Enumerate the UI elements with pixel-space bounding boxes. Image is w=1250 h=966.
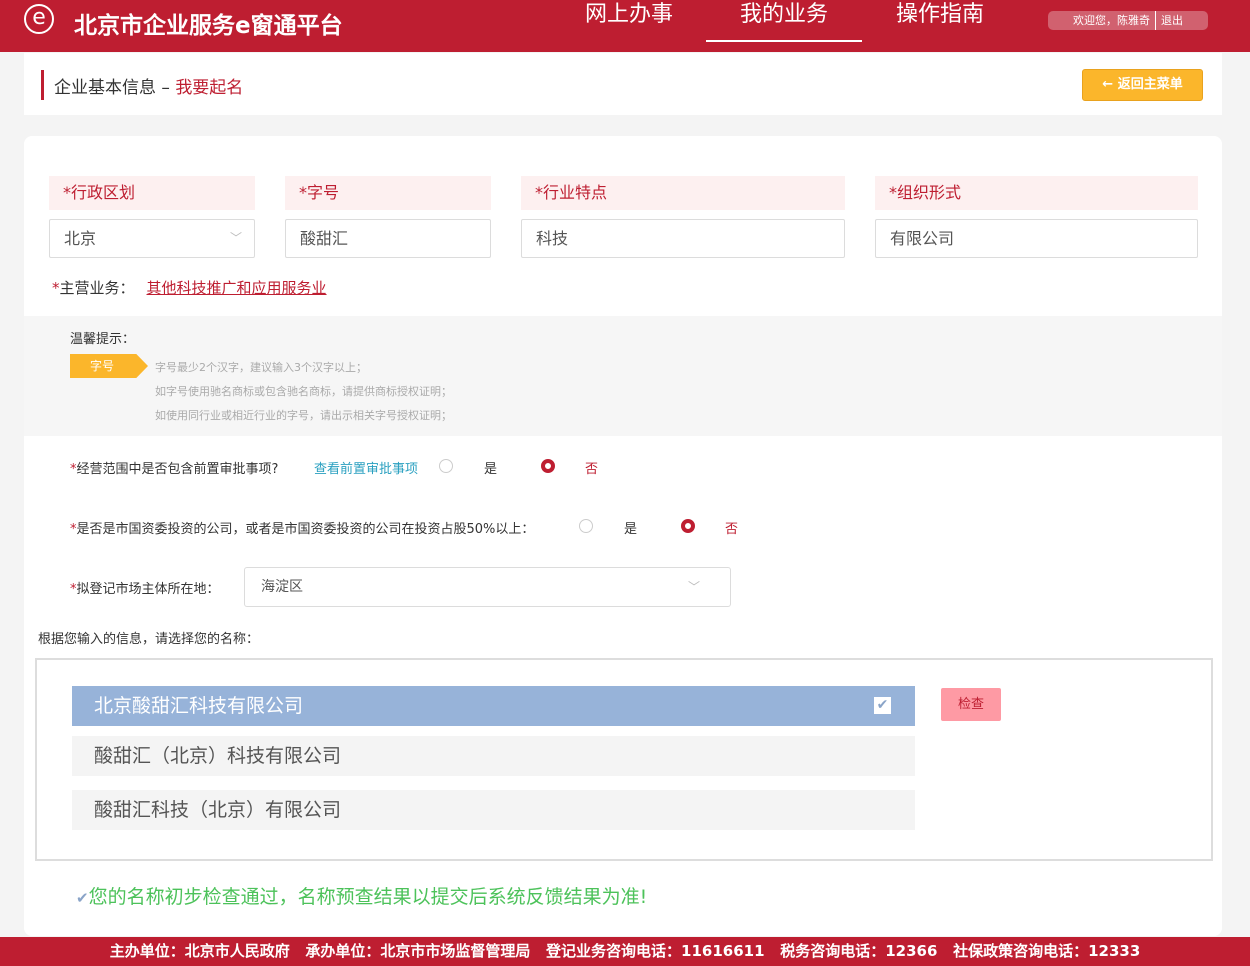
district-value: 北京 xyxy=(64,229,97,248)
district-select[interactable]: 北京 ﹀ xyxy=(49,219,255,258)
app-title: 北京市企业服务e窗通平台 xyxy=(74,13,343,39)
q1-no-radio[interactable] xyxy=(541,459,555,473)
logo-icon: e xyxy=(24,4,54,34)
result-text: 您的名称初步检查通过，名称预查结果以提交后系统反馈结果为准! xyxy=(88,886,648,908)
q1-text: 经营范围中是否包含前置审批事项? xyxy=(76,462,279,477)
q1-yes-radio[interactable] xyxy=(439,459,453,473)
view-preapproval-link[interactable]: 查看前置审批事项 xyxy=(314,458,418,477)
q3-text: 拟登记市场主体所在地： xyxy=(76,582,220,597)
trade-name-input[interactable]: 酸甜汇 xyxy=(285,219,491,258)
main-business-link[interactable]: 其他科技推广和应用服务业 xyxy=(147,279,327,297)
user-box: 欢迎您，陈雅奇 退出 xyxy=(1048,11,1208,30)
name-option[interactable]: 酸甜汇（北京）科技有限公司 xyxy=(72,736,915,776)
tips-box: 温馨提示： 字号 字号最少2个汉字，建议输入3个汉字以上； 如字号使用驰名商标或… xyxy=(24,316,1222,436)
welcome-text: 欢迎您，陈雅奇 xyxy=(1073,14,1150,27)
label-district: *行政区划 xyxy=(49,176,255,210)
q2-label: *是否是市国资委投资的公司，或者是市国资委投资的公司在投资占股50%以上： xyxy=(70,522,535,537)
q1-label: *经营范围中是否包含前置审批事项? xyxy=(70,462,279,477)
page-title: 企业基本信息 – 我要起名 xyxy=(54,73,243,98)
label-trade-name: *字号 xyxy=(285,176,491,210)
location-value: 海淀区 xyxy=(261,579,303,595)
tip-line: 如字号使用驰名商标或包含驰名商标，请提供商标授权证明； xyxy=(155,385,452,398)
title-bar: 企业基本信息 – 我要起名 ← 返回主菜单 xyxy=(24,53,1222,115)
tips-title: 温馨提示： xyxy=(70,332,136,347)
main-business-label: 主营业务： xyxy=(59,279,135,297)
name-option-selected[interactable]: 北京酸甜汇科技有限公司 ✔ xyxy=(72,686,915,726)
label-industry: *行业特点 xyxy=(521,176,845,210)
check-button[interactable]: 检查 xyxy=(941,688,1001,721)
main-business: *主营业务： 其他科技推广和应用服务业 xyxy=(52,279,327,297)
chevron-down-icon: ﹀ xyxy=(229,231,242,245)
tip-line: 如使用同行业或相近行业的字号，请出示相关字号授权证明； xyxy=(155,409,452,422)
location-select[interactable]: 海淀区 ﹀ xyxy=(244,567,731,607)
tip-line: 字号最少2个汉字，建议输入3个汉字以上； xyxy=(155,361,367,374)
check-result: ✔您的名称初步检查通过，名称预查结果以提交后系统反馈结果为准! xyxy=(76,882,647,909)
q2-text: 是否是市国资委投资的公司，或者是市国资委投资的公司在投资占股50%以上： xyxy=(76,522,535,537)
q2-yes-radio[interactable] xyxy=(579,519,593,533)
q1-no-label: 否 xyxy=(585,462,599,477)
name-option[interactable]: 酸甜汇科技（北京）有限公司 xyxy=(72,790,915,830)
page-title-main: 企业基本信息 xyxy=(54,78,156,98)
title-accent xyxy=(41,70,44,100)
title-sep: – xyxy=(161,78,170,98)
page-subtitle: 我要起名 xyxy=(175,78,244,98)
q1-yes-label: 是 xyxy=(484,462,498,477)
pick-name-label: 根据您输入的信息，请选择您的名称： xyxy=(38,632,260,647)
check-icon: ✔ xyxy=(76,889,89,907)
name-text: 北京酸甜汇科技有限公司 xyxy=(94,695,304,717)
tips-tag: 字号 xyxy=(70,354,148,378)
back-to-menu-button[interactable]: ← 返回主菜单 xyxy=(1082,69,1203,101)
checkbox-checked-icon[interactable]: ✔ xyxy=(874,697,891,714)
nav-my-business[interactable]: 我的业务 xyxy=(706,0,862,42)
q2-no-label: 否 xyxy=(725,522,739,537)
q2-yes-label: 是 xyxy=(624,522,638,537)
label-org-form: *组织形式 xyxy=(875,176,1198,210)
nav-online-services[interactable]: 网上办事 xyxy=(551,0,707,42)
footer: 主办单位：北京市人民政府 承办单位：北京市市场监督管理局 登记业务咨询电话：11… xyxy=(0,937,1250,966)
logout-link[interactable]: 退出 xyxy=(1161,11,1183,30)
org-form-input[interactable]: 有限公司 xyxy=(875,219,1198,258)
q2-no-radio[interactable] xyxy=(681,519,695,533)
header: e 北京市企业服务e窗通平台 网上办事 我的业务 操作指南 欢迎您，陈雅奇 退出 xyxy=(0,0,1250,52)
nav-guide[interactable]: 操作指南 xyxy=(862,0,1018,42)
q3-label: *拟登记市场主体所在地： xyxy=(70,582,220,597)
industry-input[interactable]: 科技 xyxy=(521,219,845,258)
chevron-down-icon: ﹀ xyxy=(687,580,700,594)
